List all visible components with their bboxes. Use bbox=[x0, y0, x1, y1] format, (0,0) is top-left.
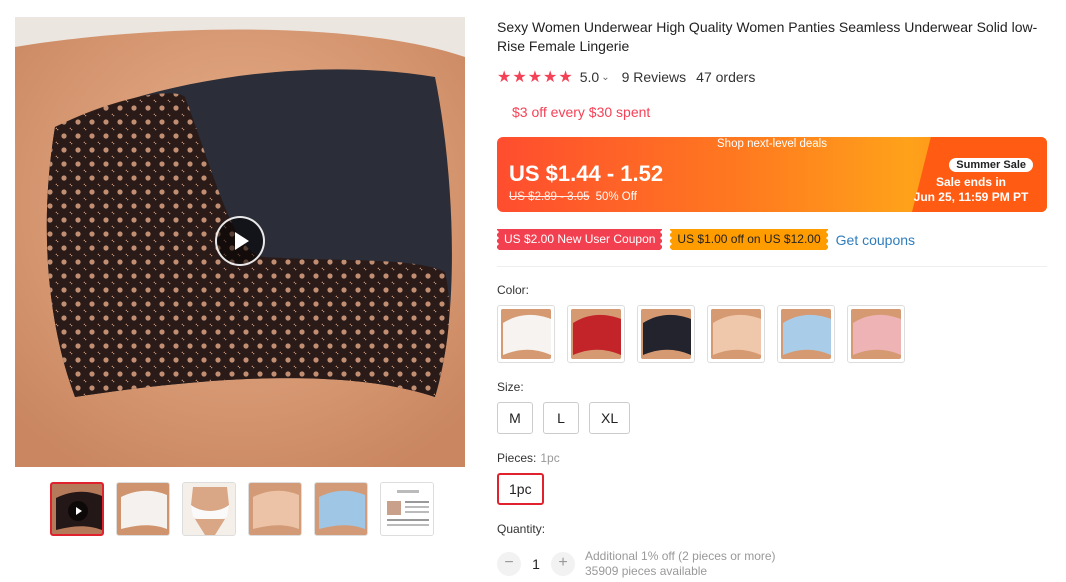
thumbnail-blue[interactable] bbox=[314, 482, 368, 536]
pieces-option-1pc[interactable]: 1pc bbox=[497, 473, 544, 505]
size-chart-icon bbox=[381, 483, 433, 535]
product-title: Sexy Women Underwear High Quality Women … bbox=[497, 19, 1038, 54]
sale-ends-time: Jun 25, 11:59 PM PT bbox=[913, 190, 1029, 204]
orders-count: 47 orders bbox=[696, 69, 756, 85]
thumbnail-white[interactable] bbox=[116, 482, 170, 536]
quantity-stepper: − 1 + Additional 1% off (2 pieces or mor… bbox=[497, 549, 776, 579]
bulk-discount-note: Additional 1% off (2 pieces or more) bbox=[585, 549, 776, 563]
new-user-coupon[interactable]: US $2.00 New User Coupon bbox=[497, 229, 663, 250]
pieces-label-row: Pieces: 1pc bbox=[497, 451, 560, 465]
quantity-decrease-button[interactable]: − bbox=[497, 552, 521, 576]
color-swatch-image bbox=[851, 309, 901, 359]
color-swatch-image bbox=[781, 309, 831, 359]
color-option-white[interactable] bbox=[497, 305, 555, 363]
color-swatch-image bbox=[571, 309, 621, 359]
thumbnail-skin[interactable] bbox=[248, 482, 302, 536]
play-icon bbox=[68, 501, 88, 521]
chevron-down-icon[interactable]: ⌄ bbox=[601, 72, 609, 83]
divider bbox=[497, 266, 1047, 267]
pieces-selected-value: 1pc bbox=[540, 451, 560, 465]
star-rating-icon: ★★★★★ bbox=[497, 69, 574, 86]
summer-sale-badge: Summer Sale bbox=[949, 158, 1033, 172]
stock-available: 35909 pieces available bbox=[585, 564, 708, 578]
thumbnail-image bbox=[315, 483, 367, 535]
rating-row: ★★★★★ 5.0 ⌄ 9 Reviews 47 orders bbox=[497, 67, 755, 87]
size-option-xl[interactable]: XL bbox=[589, 402, 631, 434]
color-option-pink[interactable] bbox=[847, 305, 905, 363]
quantity-label: Quantity: bbox=[497, 522, 546, 536]
deal-banner[interactable]: Shop next-level deals US $1.44 - 1.52 US… bbox=[497, 137, 1047, 212]
color-option-red[interactable] bbox=[567, 305, 625, 363]
quantity-value[interactable]: 1 bbox=[521, 556, 551, 572]
reviews-link[interactable]: 9 Reviews bbox=[622, 69, 687, 85]
color-label: Color: bbox=[497, 283, 530, 297]
color-option-black[interactable] bbox=[637, 305, 695, 363]
play-video-button[interactable] bbox=[215, 216, 265, 266]
thumbnail-size-chart[interactable] bbox=[380, 482, 434, 536]
rating-value[interactable]: 5.0 bbox=[580, 69, 599, 85]
thumbnail-strip bbox=[50, 482, 434, 536]
thumbnail-model[interactable] bbox=[182, 482, 236, 536]
thumbnail-image bbox=[249, 483, 301, 535]
sale-ends-label: Sale ends in bbox=[935, 175, 1007, 189]
size-options: M L XL bbox=[497, 402, 631, 434]
quantity-increase-button[interactable]: + bbox=[551, 552, 575, 576]
pieces-label: Pieces: bbox=[497, 451, 537, 465]
thumbnail-video[interactable] bbox=[50, 482, 104, 536]
size-option-l[interactable]: L bbox=[543, 402, 579, 434]
color-option-light-blue[interactable] bbox=[777, 305, 835, 363]
thumbnail-image bbox=[117, 483, 169, 535]
color-options bbox=[497, 305, 905, 363]
get-coupons-link[interactable]: Get coupons bbox=[836, 232, 915, 248]
play-icon bbox=[235, 232, 249, 250]
discount-percent: 50% Off bbox=[595, 191, 637, 203]
color-swatch-image bbox=[711, 309, 761, 359]
color-option-skin[interactable] bbox=[707, 305, 765, 363]
quantity-info: Additional 1% off (2 pieces or more) 359… bbox=[585, 549, 776, 579]
color-swatch-image bbox=[501, 309, 551, 359]
sale-price: US $1.44 - 1.52 bbox=[509, 161, 664, 186]
original-price-row: US $2.89 - 3.05 50% Off bbox=[509, 191, 637, 203]
store-coupon[interactable]: US $1.00 off on US $12.00 bbox=[670, 229, 828, 250]
coupon-row: US $2.00 New User Coupon US $1.00 off on… bbox=[497, 229, 915, 250]
thumbnail-image bbox=[183, 483, 235, 535]
size-label: Size: bbox=[497, 380, 524, 394]
original-price: US $2.89 - 3.05 bbox=[509, 191, 590, 203]
sale-ends: Sale ends in Jun 25, 11:59 PM PT bbox=[911, 175, 1031, 205]
main-product-image[interactable] bbox=[15, 17, 465, 467]
color-swatch-image bbox=[641, 309, 691, 359]
size-option-m[interactable]: M bbox=[497, 402, 533, 434]
store-discount: $3 off every $30 spent bbox=[512, 104, 651, 120]
